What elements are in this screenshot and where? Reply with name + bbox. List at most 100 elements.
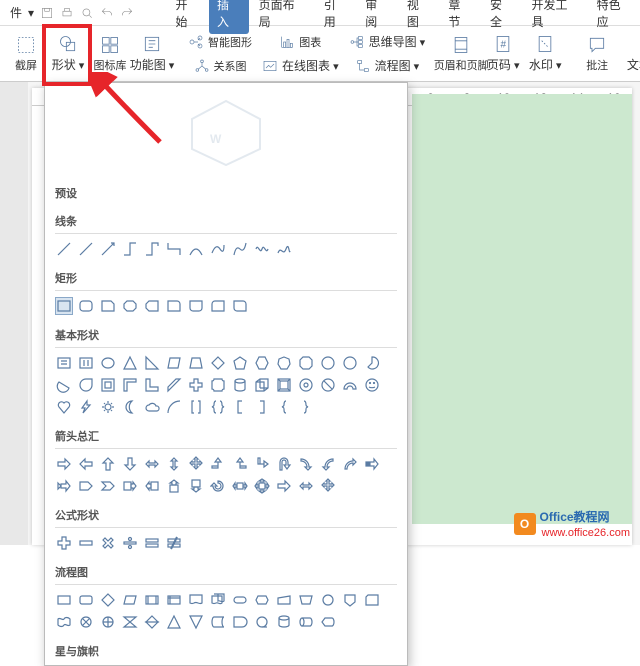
iconlib-button[interactable]: 图标库 — [90, 30, 130, 78]
shape-arrow-up[interactable] — [99, 455, 117, 473]
shape-fc-predefined[interactable] — [143, 591, 161, 609]
shape-fc-data[interactable] — [121, 591, 139, 609]
shape-arrow[interactable] — [297, 477, 315, 495]
shape-rectangle[interactable] — [55, 297, 73, 315]
shape-cloud[interactable] — [143, 398, 161, 416]
shape-arrow-curved[interactable] — [319, 455, 337, 473]
shape-pie[interactable] — [363, 354, 381, 372]
shape-round-rect[interactable] — [165, 297, 183, 315]
shape-arrow-chevron[interactable] — [99, 477, 117, 495]
onlinechart-button[interactable]: 在线图表 ▾ — [258, 55, 343, 77]
shape-teardrop[interactable] — [77, 376, 95, 394]
shape-arrow-quad-callout[interactable] — [253, 477, 271, 495]
shape-fc-delay[interactable] — [231, 613, 249, 631]
shape-line[interactable] — [55, 240, 73, 258]
preview-icon[interactable] — [80, 6, 94, 20]
shape-octagon[interactable] — [297, 354, 315, 372]
shape-divide[interactable] — [121, 534, 139, 552]
watermark-button[interactable]: 水印 ▾ — [525, 30, 565, 78]
shape-brace[interactable] — [209, 398, 227, 416]
shape-pentagon[interactable] — [231, 354, 249, 372]
shape-dodecagon[interactable] — [341, 354, 359, 372]
shape-heptagon[interactable] — [275, 354, 293, 372]
shape-arrow-bent[interactable] — [253, 455, 271, 473]
shape-minus[interactable] — [77, 534, 95, 552]
save-icon[interactable] — [40, 6, 54, 20]
file-menu[interactable]: 件 — [10, 4, 22, 21]
shape-arrow-bent[interactable] — [231, 455, 249, 473]
shape-fc-offpage[interactable] — [341, 591, 359, 609]
shape-arrow-ud[interactable] — [165, 455, 183, 473]
shape-arrow-callout[interactable] — [187, 477, 205, 495]
shape-plaque[interactable] — [209, 376, 227, 394]
redo-icon[interactable] — [120, 6, 134, 20]
shape-textbox-v[interactable] — [77, 354, 95, 372]
print-icon[interactable] — [60, 6, 74, 20]
shape-cross[interactable] — [187, 376, 205, 394]
tab-special[interactable]: 特色应 — [589, 0, 640, 34]
shape-connector[interactable] — [121, 240, 139, 258]
tab-start[interactable]: 开始 — [167, 0, 207, 34]
shape-multiply[interactable] — [99, 534, 117, 552]
shape-arrow-callout[interactable] — [121, 477, 139, 495]
shape-arc[interactable] — [165, 398, 183, 416]
shape-fc-direct[interactable] — [297, 613, 315, 631]
smartart-button[interactable]: 智能图形 — [184, 31, 256, 53]
shape-right-brace[interactable] — [297, 398, 315, 416]
shape-fc-manual-input[interactable] — [275, 591, 293, 609]
shapes-button[interactable]: 形状 ▾ — [48, 30, 88, 78]
undo-icon[interactable] — [100, 6, 114, 20]
shape-diag-stripe[interactable] — [165, 376, 183, 394]
shape-half-frame[interactable] — [121, 376, 139, 394]
shape-arrow-quad[interactable] — [187, 455, 205, 473]
tab-ref[interactable]: 引用 — [316, 0, 356, 34]
shape-fc-terminator[interactable] — [231, 591, 249, 609]
chart-button[interactable]: 图表 — [258, 31, 343, 53]
tab-safe[interactable]: 安全 — [482, 0, 522, 34]
shape-rt-triangle[interactable] — [143, 354, 161, 372]
shape-cube[interactable] — [253, 376, 271, 394]
mindmap-button[interactable]: 思维导图 ▾ — [345, 31, 430, 53]
shape-curve[interactable] — [209, 240, 227, 258]
tab-review[interactable]: 审阅 — [357, 0, 397, 34]
dropdown-icon[interactable]: ▾ — [28, 6, 34, 20]
relation-button[interactable]: 关系图 — [184, 55, 256, 77]
shape-sun[interactable] — [99, 398, 117, 416]
shape-fc-manual-op[interactable] — [297, 591, 315, 609]
shape-lightning[interactable] — [77, 398, 95, 416]
shape-fc-display[interactable] — [319, 613, 337, 631]
screenshot-button[interactable]: 截屏 — [6, 30, 46, 78]
shape-fc-tape[interactable] — [55, 613, 73, 631]
shape-smiley[interactable] — [363, 376, 381, 394]
shape-fc-junction[interactable] — [77, 613, 95, 631]
shape-moon[interactable] — [121, 398, 139, 416]
headerfooter-button[interactable]: 页眉和页脚 — [441, 30, 481, 78]
shape-fc-decision[interactable] — [99, 591, 117, 609]
shape-arrow-pentagon[interactable] — [77, 477, 95, 495]
shape-arrow-bent[interactable] — [209, 455, 227, 473]
shape-arrow-left[interactable] — [77, 455, 95, 473]
shape-scribble[interactable] — [275, 240, 293, 258]
shape-not-equal[interactable] — [165, 534, 183, 552]
shape-plus[interactable] — [55, 534, 73, 552]
shape-bevel[interactable] — [275, 376, 293, 394]
tab-layout[interactable]: 页面布局 — [251, 0, 314, 34]
shape-line[interactable] — [77, 240, 95, 258]
shape-trapezoid[interactable] — [187, 354, 205, 372]
shape-arrow-uturn[interactable] — [275, 455, 293, 473]
shape-scribble[interactable] — [253, 240, 271, 258]
shape-l-shape[interactable] — [143, 376, 161, 394]
shape-triangle[interactable] — [121, 354, 139, 372]
shape-fc-internal[interactable] — [165, 591, 183, 609]
shape-donut[interactable] — [297, 376, 315, 394]
shape-right-bracket[interactable] — [253, 398, 271, 416]
tab-view[interactable]: 视图 — [399, 0, 439, 34]
shape-fc-collate[interactable] — [121, 613, 139, 631]
pagenum-button[interactable]: # 页码 ▾ — [483, 30, 523, 78]
textbox-button[interactable]: A 文本框 ▾ — [629, 30, 640, 78]
shape-fc-seq[interactable] — [253, 613, 271, 631]
shape-heart[interactable] — [55, 398, 73, 416]
shape-fc-merge[interactable] — [187, 613, 205, 631]
shape-arrow[interactable] — [319, 477, 337, 495]
shape-curve[interactable] — [187, 240, 205, 258]
